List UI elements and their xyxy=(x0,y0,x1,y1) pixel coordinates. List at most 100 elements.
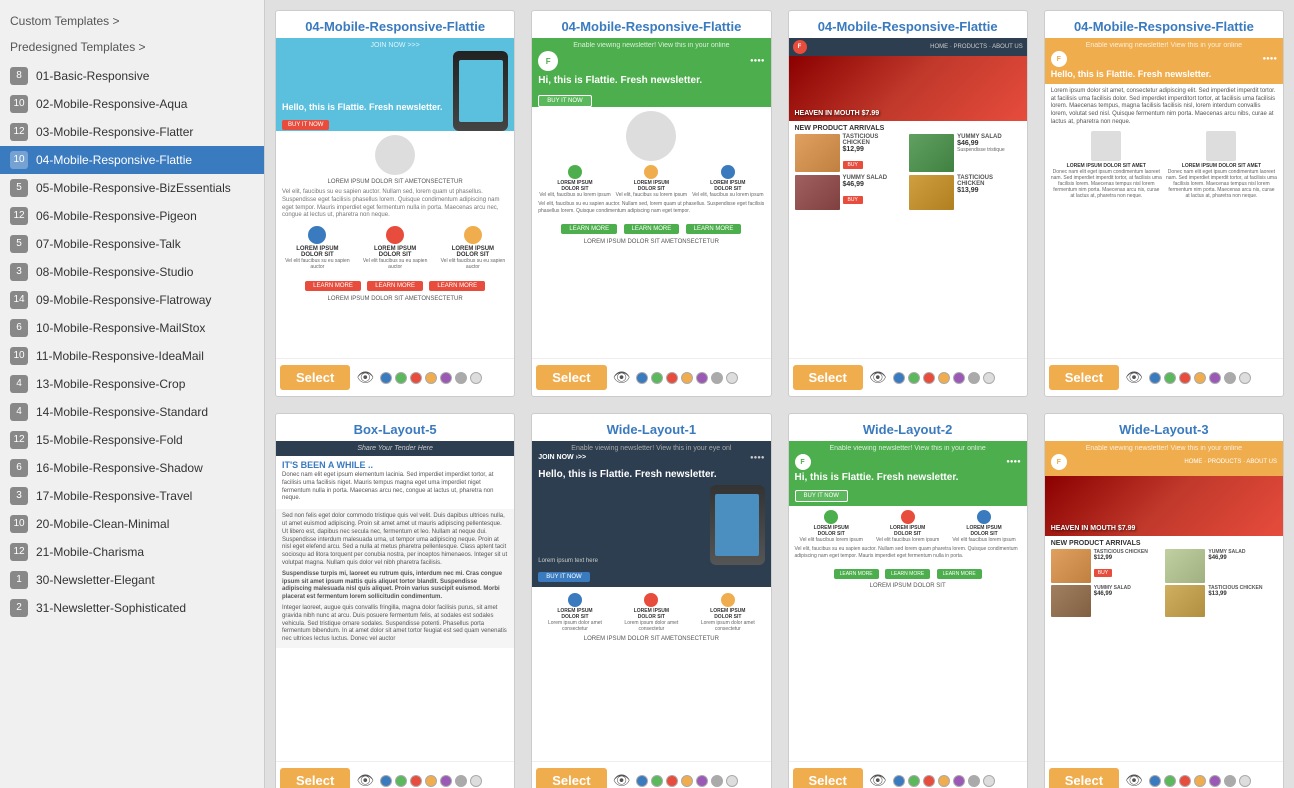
sidebar-item-09[interactable]: 14 09-Mobile-Responsive-Flatroway xyxy=(0,286,264,314)
color-dot-wide3-6[interactable] xyxy=(1239,775,1251,787)
eye-icon-flattie2[interactable]: 👁 xyxy=(613,369,631,386)
color-dot-flattie-5[interactable] xyxy=(455,372,467,384)
color-dot-wide2-0[interactable] xyxy=(893,775,905,787)
color-dot-flattie2-4[interactable] xyxy=(696,372,708,384)
eye-icon-box[interactable]: 👁 xyxy=(356,772,374,788)
color-dot-wide2-5[interactable] xyxy=(968,775,980,787)
sidebar-item-10[interactable]: 6 10-Mobile-Responsive-MailStox xyxy=(0,314,264,342)
color-dot-yellow-2[interactable] xyxy=(1179,372,1191,384)
sidebar-item-14[interactable]: 4 14-Mobile-Responsive-Standard xyxy=(0,398,264,426)
sidebar-item-31[interactable]: 2 31-Newsletter-Sophisticated xyxy=(0,594,264,622)
color-dot-food-0[interactable] xyxy=(893,372,905,384)
select-button-flattie2[interactable]: Select xyxy=(536,365,606,390)
card-title-wide2: Wide-Layout-2 xyxy=(789,414,1027,441)
sidebar-item-15[interactable]: 12 15-Mobile-Responsive-Fold xyxy=(0,426,264,454)
sidebar-item-30[interactable]: 1 30-Newsletter-Elegant xyxy=(0,566,264,594)
color-dot-flattie2-2[interactable] xyxy=(666,372,678,384)
color-dots-wide1 xyxy=(636,775,738,787)
sidebar-item-02[interactable]: 10 02-Mobile-Responsive-Aqua xyxy=(0,90,264,118)
color-dot-wide3-1[interactable] xyxy=(1164,775,1176,787)
sidebar-item-05[interactable]: 5 05-Mobile-Responsive-BizEssentials xyxy=(0,174,264,202)
color-dot-box-2[interactable] xyxy=(410,775,422,787)
color-dot-wide1-6[interactable] xyxy=(726,775,738,787)
eye-icon-food[interactable]: 👁 xyxy=(869,369,887,386)
color-dot-box-5[interactable] xyxy=(455,775,467,787)
color-dot-yellow-5[interactable] xyxy=(1224,372,1236,384)
color-dot-flattie-2[interactable] xyxy=(410,372,422,384)
color-dot-box-1[interactable] xyxy=(395,775,407,787)
color-dot-wide3-3[interactable] xyxy=(1194,775,1206,787)
custom-templates-header[interactable]: Custom Templates > xyxy=(0,10,264,36)
color-dot-wide1-5[interactable] xyxy=(711,775,723,787)
color-dot-wide1-1[interactable] xyxy=(651,775,663,787)
color-dot-flattie-6[interactable] xyxy=(470,372,482,384)
color-dot-flattie2-6[interactable] xyxy=(726,372,738,384)
color-dot-yellow-3[interactable] xyxy=(1194,372,1206,384)
color-dot-food-6[interactable] xyxy=(983,372,995,384)
color-dot-wide1-2[interactable] xyxy=(666,775,678,787)
color-dot-box-0[interactable] xyxy=(380,775,392,787)
sidebar-item-13[interactable]: 4 13-Mobile-Responsive-Crop xyxy=(0,370,264,398)
color-dot-yellow-0[interactable] xyxy=(1149,372,1161,384)
eye-icon-wide1[interactable]: 👁 xyxy=(613,772,631,788)
sidebar-item-20[interactable]: 10 20-Mobile-Clean-Minimal xyxy=(0,510,264,538)
select-button-wide2[interactable]: Select xyxy=(793,768,863,788)
sidebar-item-11[interactable]: 10 11-Mobile-Responsive-IdeaMail xyxy=(0,342,264,370)
color-dot-wide3-4[interactable] xyxy=(1209,775,1221,787)
color-dot-flattie2-0[interactable] xyxy=(636,372,648,384)
color-dot-food-3[interactable] xyxy=(938,372,950,384)
color-dot-wide1-4[interactable] xyxy=(696,775,708,787)
color-dots-flattie xyxy=(380,372,482,384)
color-dot-flattie2-1[interactable] xyxy=(651,372,663,384)
color-dot-wide1-0[interactable] xyxy=(636,775,648,787)
sidebar-item-21[interactable]: 12 21-Mobile-Charisma xyxy=(0,538,264,566)
eye-icon-wide3[interactable]: 👁 xyxy=(1125,772,1143,788)
sidebar-item-17[interactable]: 3 17-Mobile-Responsive-Travel xyxy=(0,482,264,510)
sidebar-item-16[interactable]: 6 16-Mobile-Responsive-Shadow xyxy=(0,454,264,482)
color-dot-box-6[interactable] xyxy=(470,775,482,787)
select-button-food[interactable]: Select xyxy=(793,365,863,390)
color-dot-flattie-3[interactable] xyxy=(425,372,437,384)
color-dot-wide3-2[interactable] xyxy=(1179,775,1191,787)
color-dot-yellow-4[interactable] xyxy=(1209,372,1221,384)
sidebar-item-07[interactable]: 5 07-Mobile-Responsive-Talk xyxy=(0,230,264,258)
color-dot-wide3-0[interactable] xyxy=(1149,775,1161,787)
color-dot-wide2-2[interactable] xyxy=(923,775,935,787)
color-dot-flattie2-5[interactable] xyxy=(711,372,723,384)
color-dot-box-3[interactable] xyxy=(425,775,437,787)
select-button-yellow[interactable]: Select xyxy=(1049,365,1119,390)
sidebar-item-06[interactable]: 12 06-Mobile-Responsive-Pigeon xyxy=(0,202,264,230)
color-dot-flattie2-3[interactable] xyxy=(681,372,693,384)
select-button-wide3[interactable]: Select xyxy=(1049,768,1119,788)
sidebar-item-01[interactable]: 8 01-Basic-Responsive xyxy=(0,62,264,90)
predesigned-templates-header[interactable]: Predesigned Templates > xyxy=(0,36,264,62)
select-button-box[interactable]: Select xyxy=(280,768,350,788)
sidebar-label-09: 09-Mobile-Responsive-Flatroway xyxy=(36,293,254,307)
eye-icon-yellow[interactable]: 👁 xyxy=(1125,369,1143,386)
color-dot-wide2-3[interactable] xyxy=(938,775,950,787)
color-dot-food-5[interactable] xyxy=(968,372,980,384)
sidebar-item-04[interactable]: 10 04-Mobile-Responsive-Flattie xyxy=(0,146,264,174)
color-dot-box-4[interactable] xyxy=(440,775,452,787)
eye-icon-flattie[interactable]: 👁 xyxy=(356,369,374,386)
color-dot-yellow-6[interactable] xyxy=(1239,372,1251,384)
color-dot-flattie-0[interactable] xyxy=(380,372,392,384)
select-button-flattie[interactable]: Select xyxy=(280,365,350,390)
color-dot-wide3-5[interactable] xyxy=(1224,775,1236,787)
color-dot-wide1-3[interactable] xyxy=(681,775,693,787)
color-dot-flattie-4[interactable] xyxy=(440,372,452,384)
color-dot-wide2-4[interactable] xyxy=(953,775,965,787)
color-dot-food-2[interactable] xyxy=(923,372,935,384)
color-dot-wide2-6[interactable] xyxy=(983,775,995,787)
select-button-wide1[interactable]: Select xyxy=(536,768,606,788)
sidebar-badge-09: 14 xyxy=(10,291,28,309)
sidebar-badge-03: 12 xyxy=(10,123,28,141)
color-dot-wide2-1[interactable] xyxy=(908,775,920,787)
sidebar-item-08[interactable]: 3 08-Mobile-Responsive-Studio xyxy=(0,258,264,286)
color-dot-yellow-1[interactable] xyxy=(1164,372,1176,384)
eye-icon-wide2[interactable]: 👁 xyxy=(869,772,887,788)
sidebar-item-03[interactable]: 12 03-Mobile-Responsive-Flatter xyxy=(0,118,264,146)
color-dot-flattie-1[interactable] xyxy=(395,372,407,384)
color-dot-food-1[interactable] xyxy=(908,372,920,384)
color-dot-food-4[interactable] xyxy=(953,372,965,384)
